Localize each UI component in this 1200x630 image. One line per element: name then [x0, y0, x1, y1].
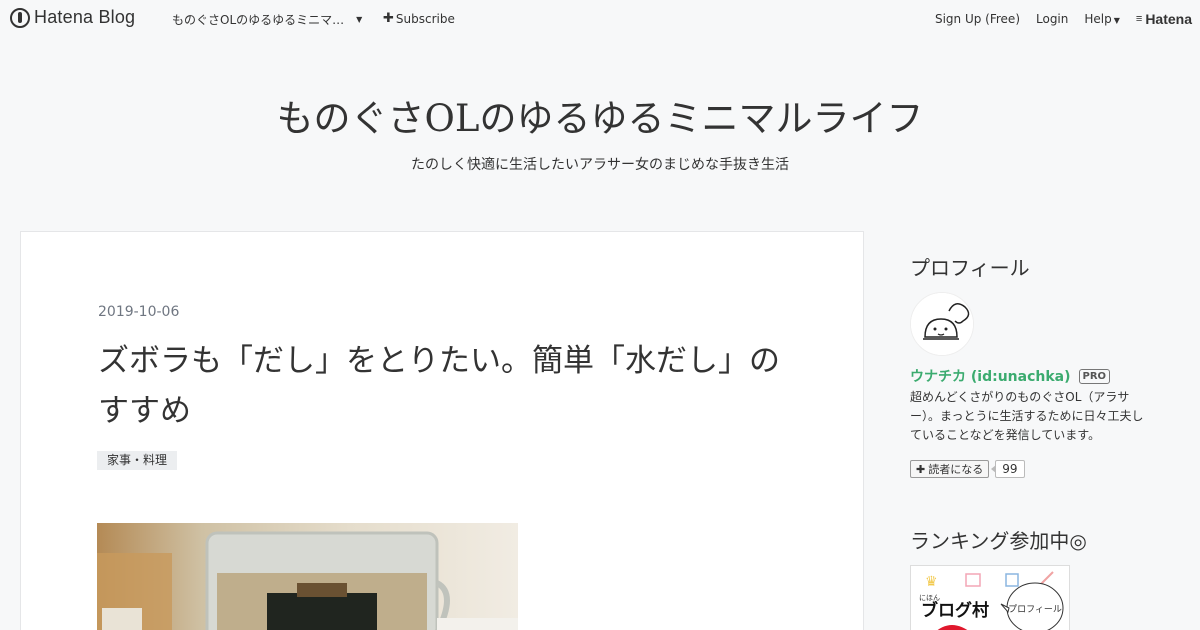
- hatena-brand-link[interactable]: ≡ Hatena: [1136, 11, 1192, 27]
- hatena-mark-icon: ≡: [1135, 13, 1143, 25]
- plus-icon: ✚: [383, 11, 394, 26]
- global-header: Hatena Blog ものぐさOLのゆるゆるミニマ… ▼ ✚ Subscrib…: [0, 0, 1200, 36]
- banner-main-text: ブログ村: [921, 600, 989, 621]
- crown-icon: ♛: [925, 574, 938, 590]
- help-label: Help: [1084, 12, 1112, 26]
- reader-row: ✚ 読者になる 99: [910, 460, 1025, 478]
- blog-selector-label: ものぐさOLのゆるゆるミニマ…: [172, 13, 345, 27]
- subscribe-label: Subscribe: [395, 11, 455, 26]
- blogmura-banner-graphic: ♛ にほん ブログ村 プロフィール: [911, 566, 1069, 630]
- profile-avatar[interactable]: [910, 292, 974, 356]
- category-tag[interactable]: 家事・料理: [97, 451, 178, 470]
- blog-title[interactable]: ものぐさOLのゆるゆるミニマルライフ: [0, 88, 1200, 142]
- banner-bubble-text: プロフィール: [1008, 604, 1062, 615]
- login-link[interactable]: Login: [1036, 12, 1068, 26]
- dashi-jar-photo: [97, 523, 518, 630]
- entry-title[interactable]: ズボラも「だし」をとりたい。簡単「水だし」のすすめ: [98, 336, 798, 436]
- article-card: 2019-10-06 ズボラも「だし」をとりたい。簡単「水だし」のすすめ 家事・…: [20, 231, 864, 630]
- become-reader-button[interactable]: ✚ 読者になる: [910, 460, 990, 478]
- blog-description: たのしく快適に生活したいアラサー女のまじめな手抜き生活: [411, 157, 789, 173]
- entry-date[interactable]: 2019-10-06: [98, 304, 179, 320]
- profile-name-label: ウナチカ (id:unachka): [910, 369, 1071, 385]
- chevron-down-icon: ▼: [1113, 16, 1120, 25]
- header-right-nav: Sign Up (Free) Login Help ▼ ≡ Hatena: [935, 11, 1192, 27]
- profile-name[interactable]: ウナチカ (id:unachka) PRO: [910, 366, 1111, 386]
- hatena-blog-logo-icon: [10, 7, 30, 28]
- profile-description: 超めんどくさがりのものぐさOL（アラサー）。まっとうに生活するために日々工夫して…: [910, 390, 1144, 442]
- blog-selector[interactable]: ものぐさOLのゆるゆるミニマ… ▼: [172, 11, 362, 28]
- ranking-heading: ランキング参加中◎: [910, 529, 1087, 553]
- pro-badge: PRO: [1078, 368, 1111, 384]
- avatar-illustration: [911, 293, 973, 355]
- plus-icon: ✚: [916, 462, 926, 476]
- reader-count[interactable]: 99: [991, 460, 1025, 478]
- hatena-brand-label: Hatena: [1145, 11, 1192, 27]
- signup-link[interactable]: Sign Up (Free): [935, 12, 1020, 26]
- help-menu[interactable]: Help ▼: [1084, 12, 1120, 26]
- subscribe-button[interactable]: ✚ Subscribe: [383, 11, 455, 26]
- profile-heading: プロフィール: [910, 256, 1030, 280]
- hatena-blog-logo[interactable]: Hatena Blog: [10, 7, 135, 28]
- chevron-down-icon: ▼: [356, 15, 363, 24]
- entry-photo: [97, 523, 518, 630]
- logo-text: Hatena Blog: [34, 7, 136, 27]
- blogmura-banner[interactable]: ♛ にほん ブログ村 プロフィール: [910, 565, 1070, 630]
- become-reader-label: 読者になる: [928, 463, 984, 476]
